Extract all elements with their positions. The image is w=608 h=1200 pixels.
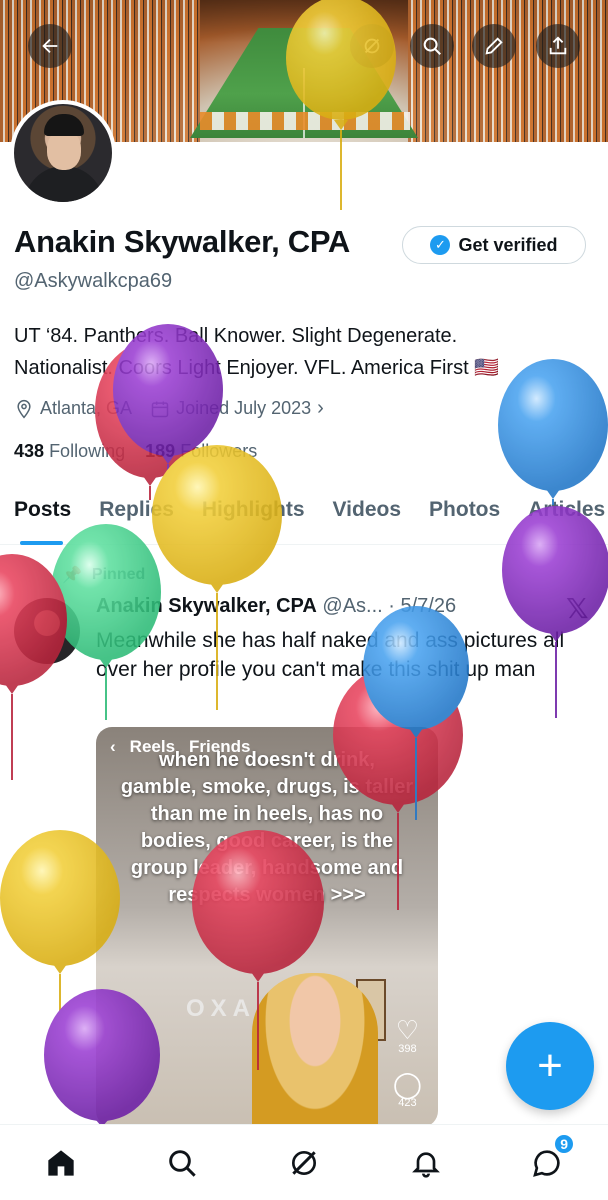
balloon-red-2	[0, 554, 67, 780]
media-person	[252, 973, 378, 1127]
comment-icon[interactable]: ◯	[393, 1071, 422, 1097]
followers-label: Followers	[180, 441, 258, 461]
tab-videos[interactable]: Videos	[319, 490, 415, 545]
post-date: 5/7/26	[400, 595, 457, 617]
pencil-icon	[485, 37, 503, 55]
grok-button[interactable]	[350, 24, 394, 68]
home-icon	[48, 1149, 74, 1176]
profile-avatar[interactable]	[10, 100, 116, 206]
messages-badge: 9	[553, 1132, 576, 1155]
calendar-icon	[151, 401, 169, 417]
stadium-crowd-right	[408, 0, 608, 142]
nav-messages[interactable]: 9	[525, 1132, 576, 1185]
verified-badge-icon: ✓	[430, 235, 451, 255]
profile-joined: Joined July 2023	[176, 398, 312, 418]
follow-stats[interactable]: 438 Following 189 Followers	[14, 441, 257, 462]
compose-post-button[interactable]: +	[506, 1022, 594, 1110]
bottom-nav: 9	[0, 1124, 608, 1200]
profile-bio: UT ‘84. Panthers. Ball Knower. Slight De…	[14, 325, 500, 379]
profile-location: Atlanta, GA	[40, 398, 133, 418]
profile-tabs: Posts Replies Highlights Videos Photos A…	[0, 490, 608, 545]
tab-replies[interactable]: Replies	[85, 490, 188, 545]
post-text: Meanwhile she has half naked and ass pic…	[96, 629, 565, 681]
endzone	[200, 112, 410, 130]
chevron-right-icon[interactable]: ›	[317, 397, 324, 420]
edit-button[interactable]	[472, 24, 516, 68]
pin-icon: 📌	[62, 567, 82, 584]
following-label: Following	[49, 441, 126, 461]
bell-icon	[411, 1151, 440, 1178]
back-arrow-icon	[42, 38, 58, 54]
tab-photos[interactable]: Photos	[415, 490, 514, 545]
wall-letters: OXA	[186, 995, 257, 1022]
back-button[interactable]	[28, 24, 72, 68]
following-count: 438	[14, 441, 45, 461]
get-verified-label: Get verified	[458, 234, 558, 255]
nav-home[interactable]	[39, 1141, 83, 1185]
post-author[interactable]: Anakin Skywalker, CPA	[96, 595, 317, 617]
reel-actions: ♡ 398 ◯ 423	[393, 1017, 422, 1109]
pinned-label: Pinned	[91, 566, 146, 583]
search-icon	[423, 37, 441, 55]
post-header: Anakin Skywalker, CPA @As... · 5/7/26	[96, 595, 457, 617]
nav-grok[interactable]	[282, 1141, 326, 1185]
tab-highlights[interactable]: Highlights	[188, 490, 319, 545]
grok-icon	[291, 1150, 316, 1175]
grok-icon	[364, 38, 380, 54]
heart-icon[interactable]: ♡	[393, 1017, 422, 1043]
profile-handle: @Askywalkcpa69	[14, 270, 173, 292]
search-button[interactable]	[410, 24, 454, 68]
plus-icon: +	[537, 1041, 563, 1090]
share-icon	[549, 36, 567, 55]
tab-posts[interactable]: Posts	[0, 490, 85, 545]
get-verified-button[interactable]: ✓ Get verified	[402, 226, 586, 264]
nav-notifications[interactable]	[404, 1141, 448, 1185]
post-media[interactable]: ‹ Reels Friends when he doesn't drink, g…	[96, 727, 438, 1127]
followers-count: 189	[145, 441, 176, 461]
search-icon	[169, 1149, 197, 1177]
nav-search[interactable]	[160, 1141, 204, 1185]
media-caption: when he doesn't drink, gamble, smoke, dr…	[120, 749, 414, 906]
pinned-indicator: 📌 Pinned	[62, 565, 145, 585]
share-button[interactable]	[536, 24, 580, 68]
profile-name: Anakin Skywalker, CPA	[14, 224, 351, 259]
tab-articles[interactable]: Articles	[514, 490, 608, 545]
location-icon	[17, 399, 31, 418]
post-author-avatar[interactable]	[14, 598, 80, 664]
profile-meta: Atlanta, GA Joined July 2023 ›	[14, 397, 324, 420]
x-logo-icon: 𝕏	[566, 593, 589, 624]
post-handle: @As...	[322, 595, 383, 617]
